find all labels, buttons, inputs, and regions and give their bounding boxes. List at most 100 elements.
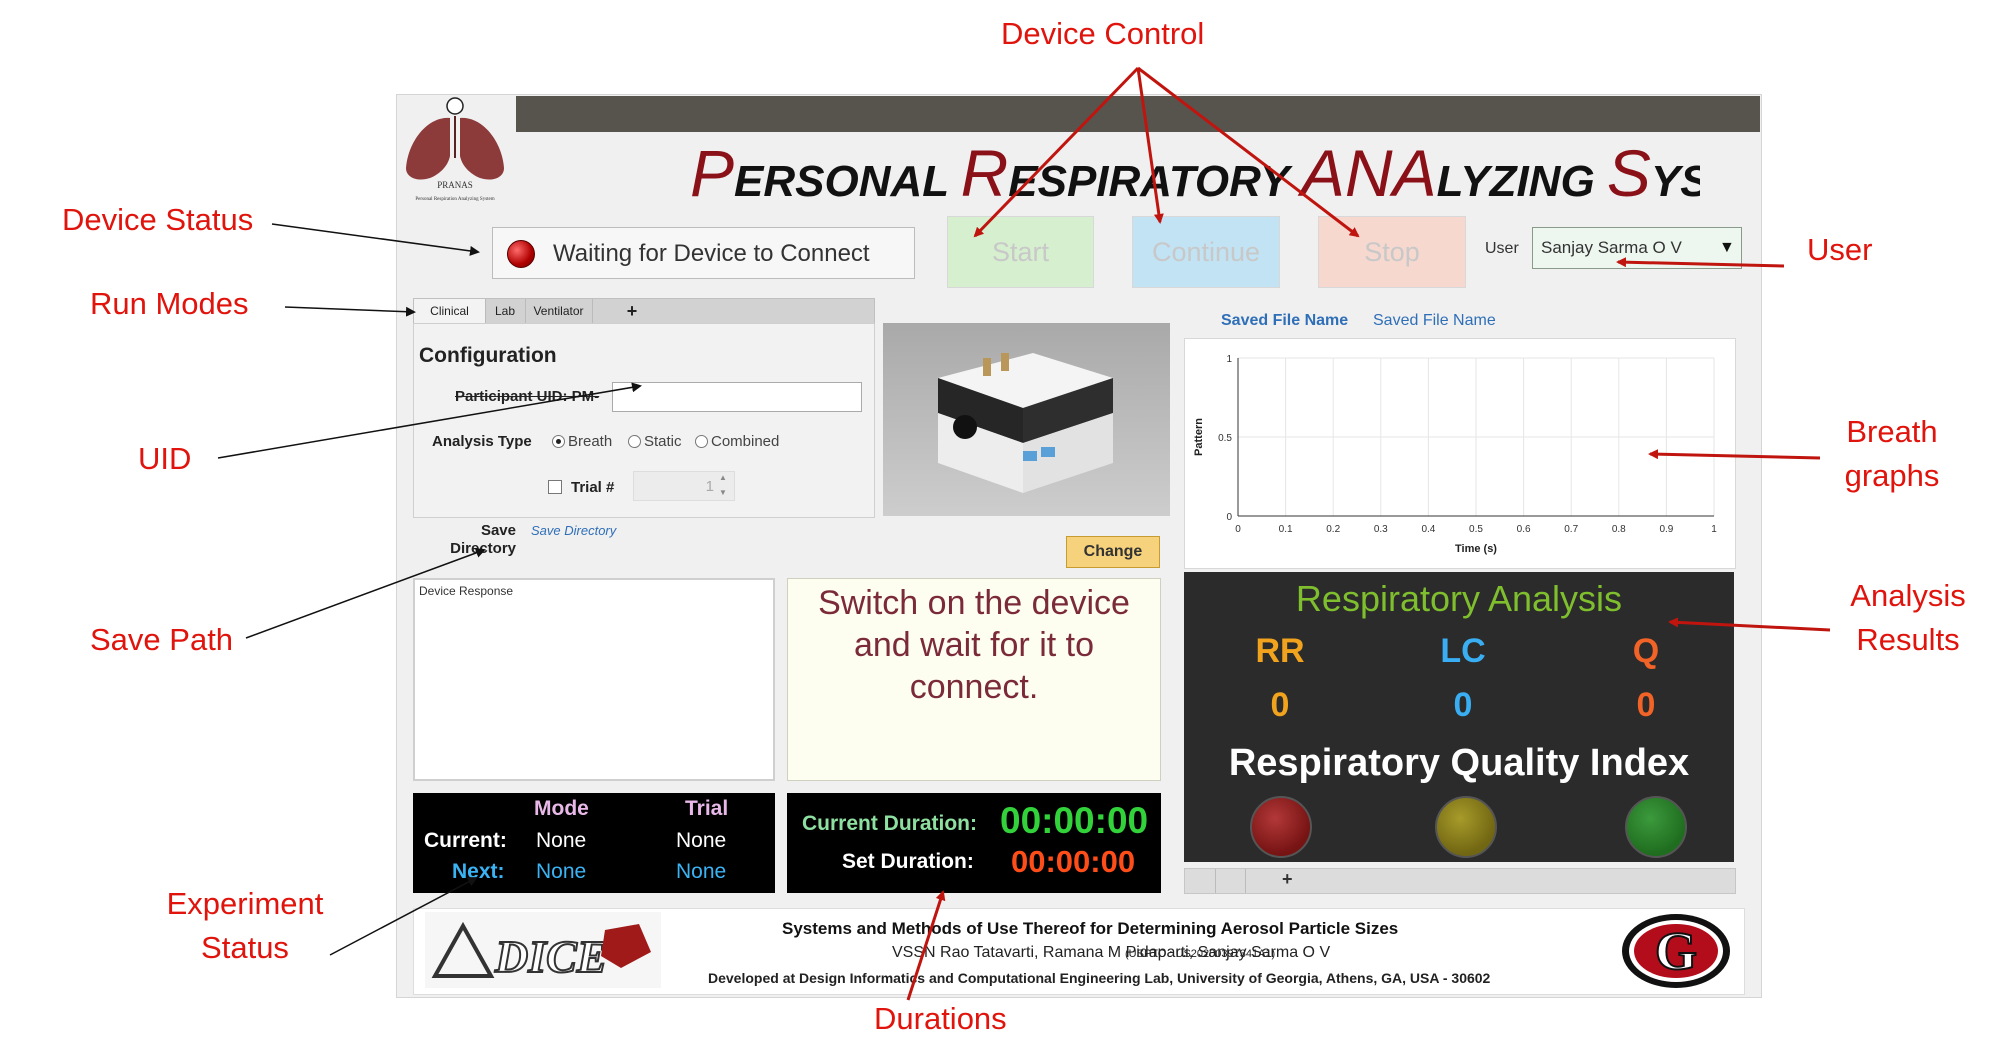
annotation-save-path: Save Path: [90, 622, 234, 657]
uga-logo-text: G: [1655, 921, 1697, 981]
stepper-up-icon[interactable]: ▲: [719, 473, 727, 482]
rr-value: 0: [1270, 686, 1290, 724]
device-response-box: [413, 578, 775, 781]
configuration-title: Configuration: [419, 344, 557, 367]
radio-icon: [628, 435, 641, 448]
current-trial: None: [676, 829, 727, 852]
lab-credit: Developed at Design Informatics and Comp…: [708, 970, 1491, 986]
logo-text: PRANAS: [437, 180, 473, 190]
respiratory-analysis-title: Respiratory Analysis: [1295, 578, 1623, 619]
x-tick-label: 0.8: [1612, 524, 1626, 535]
radio-breath[interactable]: Breath: [552, 433, 612, 450]
participant-uid-input[interactable]: [612, 382, 862, 412]
patent-number: (USPTO : US20200397341A1): [1125, 948, 1276, 960]
tab-lab[interactable]: Lab: [485, 299, 526, 323]
device-image: [883, 323, 1170, 516]
y-tick-label: 0.5: [1218, 433, 1232, 444]
top-bar: [516, 96, 1760, 132]
q-value: 0: [1636, 686, 1656, 724]
change-directory-button[interactable]: Change: [1066, 536, 1160, 568]
mode-header: Mode: [534, 797, 589, 820]
annotation-device-control: Device Control: [1001, 16, 1205, 51]
x-tick-label: 0.3: [1374, 524, 1388, 535]
quality-lamp-red-icon: [1250, 796, 1312, 858]
set-duration-value: 00:00:00: [1011, 844, 1136, 879]
x-tick-label: 0.4: [1421, 524, 1435, 535]
pranas-logo: PRANAS Personal Respiration Analyzing Sy…: [406, 97, 504, 202]
x-tick-label: 0.7: [1564, 524, 1578, 535]
next-mode: None: [536, 860, 587, 883]
device-status-text: Waiting for Device to Connect: [553, 240, 870, 267]
user-select[interactable]: Sanjay Sarma O V: [1532, 227, 1742, 269]
graph-tabstrip: [1184, 868, 1736, 894]
quality-lamp-green-icon: [1625, 796, 1687, 858]
next-trial: None: [676, 860, 727, 883]
breath-graph: 0 0.1 0.2 0.3 0.4 0.5 0.6 0.7 0.8 0.9 1 0 0.5 1 Time (…: [1193, 354, 1717, 555]
current-duration-value: 00:00:00: [1000, 800, 1149, 841]
status-led-icon: [507, 240, 535, 268]
annotation-experiment-status: Experiment Status: [166, 886, 324, 965]
svg-text:PERSONAL RESPIRATORY ANALYZING: PERSONAL RESPIRATORY ANALYZING SYSTEM: [690, 136, 1700, 210]
participant-uid-label: Participant UID: PM-: [455, 388, 600, 405]
lc-value: 0: [1453, 686, 1473, 724]
start-button[interactable]: Start: [947, 216, 1094, 288]
trial-label: Trial #: [571, 479, 615, 496]
stepper-down-icon[interactable]: ▼: [719, 488, 727, 497]
annotation-user: User: [1807, 232, 1873, 267]
saved-file-name-label: Saved File Name: [1221, 312, 1349, 329]
stop-button[interactable]: Stop: [1318, 216, 1466, 288]
annotation-device-status: Device Status: [62, 202, 254, 237]
annotation-durations: Durations: [874, 1001, 1007, 1036]
lc-label: LC: [1440, 632, 1486, 670]
saved-file-name-value: Saved File Name: [1373, 312, 1496, 329]
annotation-analysis-results: Analysis Results: [1850, 578, 1966, 657]
tab-clinical[interactable]: Clinical: [414, 299, 486, 323]
trial-checkbox[interactable]: [548, 480, 562, 494]
dice-lab-logo: DICE: [425, 912, 661, 988]
patent-title: Systems and Methods of Use Thereof for D…: [782, 919, 1399, 938]
current-duration-label: Current Duration:: [802, 812, 977, 835]
x-tick-label: 0.1: [1279, 524, 1293, 535]
radio-combined[interactable]: Combined: [695, 433, 779, 450]
dropdown-arrow-icon[interactable]: ▼: [1719, 239, 1735, 257]
x-tick-label: 0.6: [1517, 524, 1531, 535]
x-axis-label: Time (s): [1455, 543, 1497, 555]
x-tick-label: 0.5: [1469, 524, 1483, 535]
tab-ventilator[interactable]: Ventilator: [525, 299, 593, 323]
save-directory-path: Save Directory: [531, 523, 617, 538]
uga-logo: G: [1622, 914, 1730, 988]
current-mode: None: [536, 829, 587, 852]
y-axis-label: Pattern: [1193, 418, 1205, 456]
current-label: Current:: [424, 829, 507, 852]
graph-tab[interactable]: [1215, 869, 1246, 893]
x-tick-label: 0.2: [1326, 524, 1340, 535]
y-tick-label: 0: [1226, 512, 1232, 523]
message-text: Switch on the device and wait for it to …: [818, 584, 1130, 706]
annotation-run-modes: Run Modes: [90, 286, 249, 321]
app-title: PERSONAL RESPIRATORY ANALYZING SYSTEM: [690, 136, 1700, 210]
graph-tab[interactable]: [1185, 869, 1216, 893]
continue-button[interactable]: Continue: [1132, 216, 1280, 288]
user-label: User: [1485, 240, 1519, 257]
q-label: Q: [1632, 632, 1660, 670]
analysis-type-label: Analysis Type: [432, 433, 532, 450]
logo-subtext: Personal Respiration Analyzing System: [415, 197, 494, 202]
device-response-label: Device Response: [419, 584, 514, 598]
radio-selected-icon: [552, 435, 565, 448]
quality-lamp-yellow-icon: [1435, 796, 1497, 858]
y-tick-label: 1: [1226, 354, 1232, 365]
rr-label: RR: [1255, 632, 1305, 670]
trial-header: Trial: [685, 797, 729, 820]
add-tab-button[interactable]: +: [620, 299, 644, 323]
x-tick-label: 1: [1711, 524, 1717, 535]
annotation-uid: UID: [138, 441, 192, 476]
next-label: Next:: [452, 860, 505, 883]
radio-static[interactable]: Static: [628, 433, 682, 450]
x-tick-label: 0.9: [1659, 524, 1673, 535]
set-duration-label: Set Duration:: [842, 850, 974, 873]
x-tick-label: 0: [1235, 524, 1241, 535]
respiratory-quality-index-title: Respiratory Quality Index: [1228, 742, 1690, 784]
dice-logo-text: DICE: [494, 931, 607, 982]
annotation-breath-graphs: Breath graphs: [1844, 414, 1940, 493]
add-graph-tab-button[interactable]: +: [1282, 869, 1293, 890]
